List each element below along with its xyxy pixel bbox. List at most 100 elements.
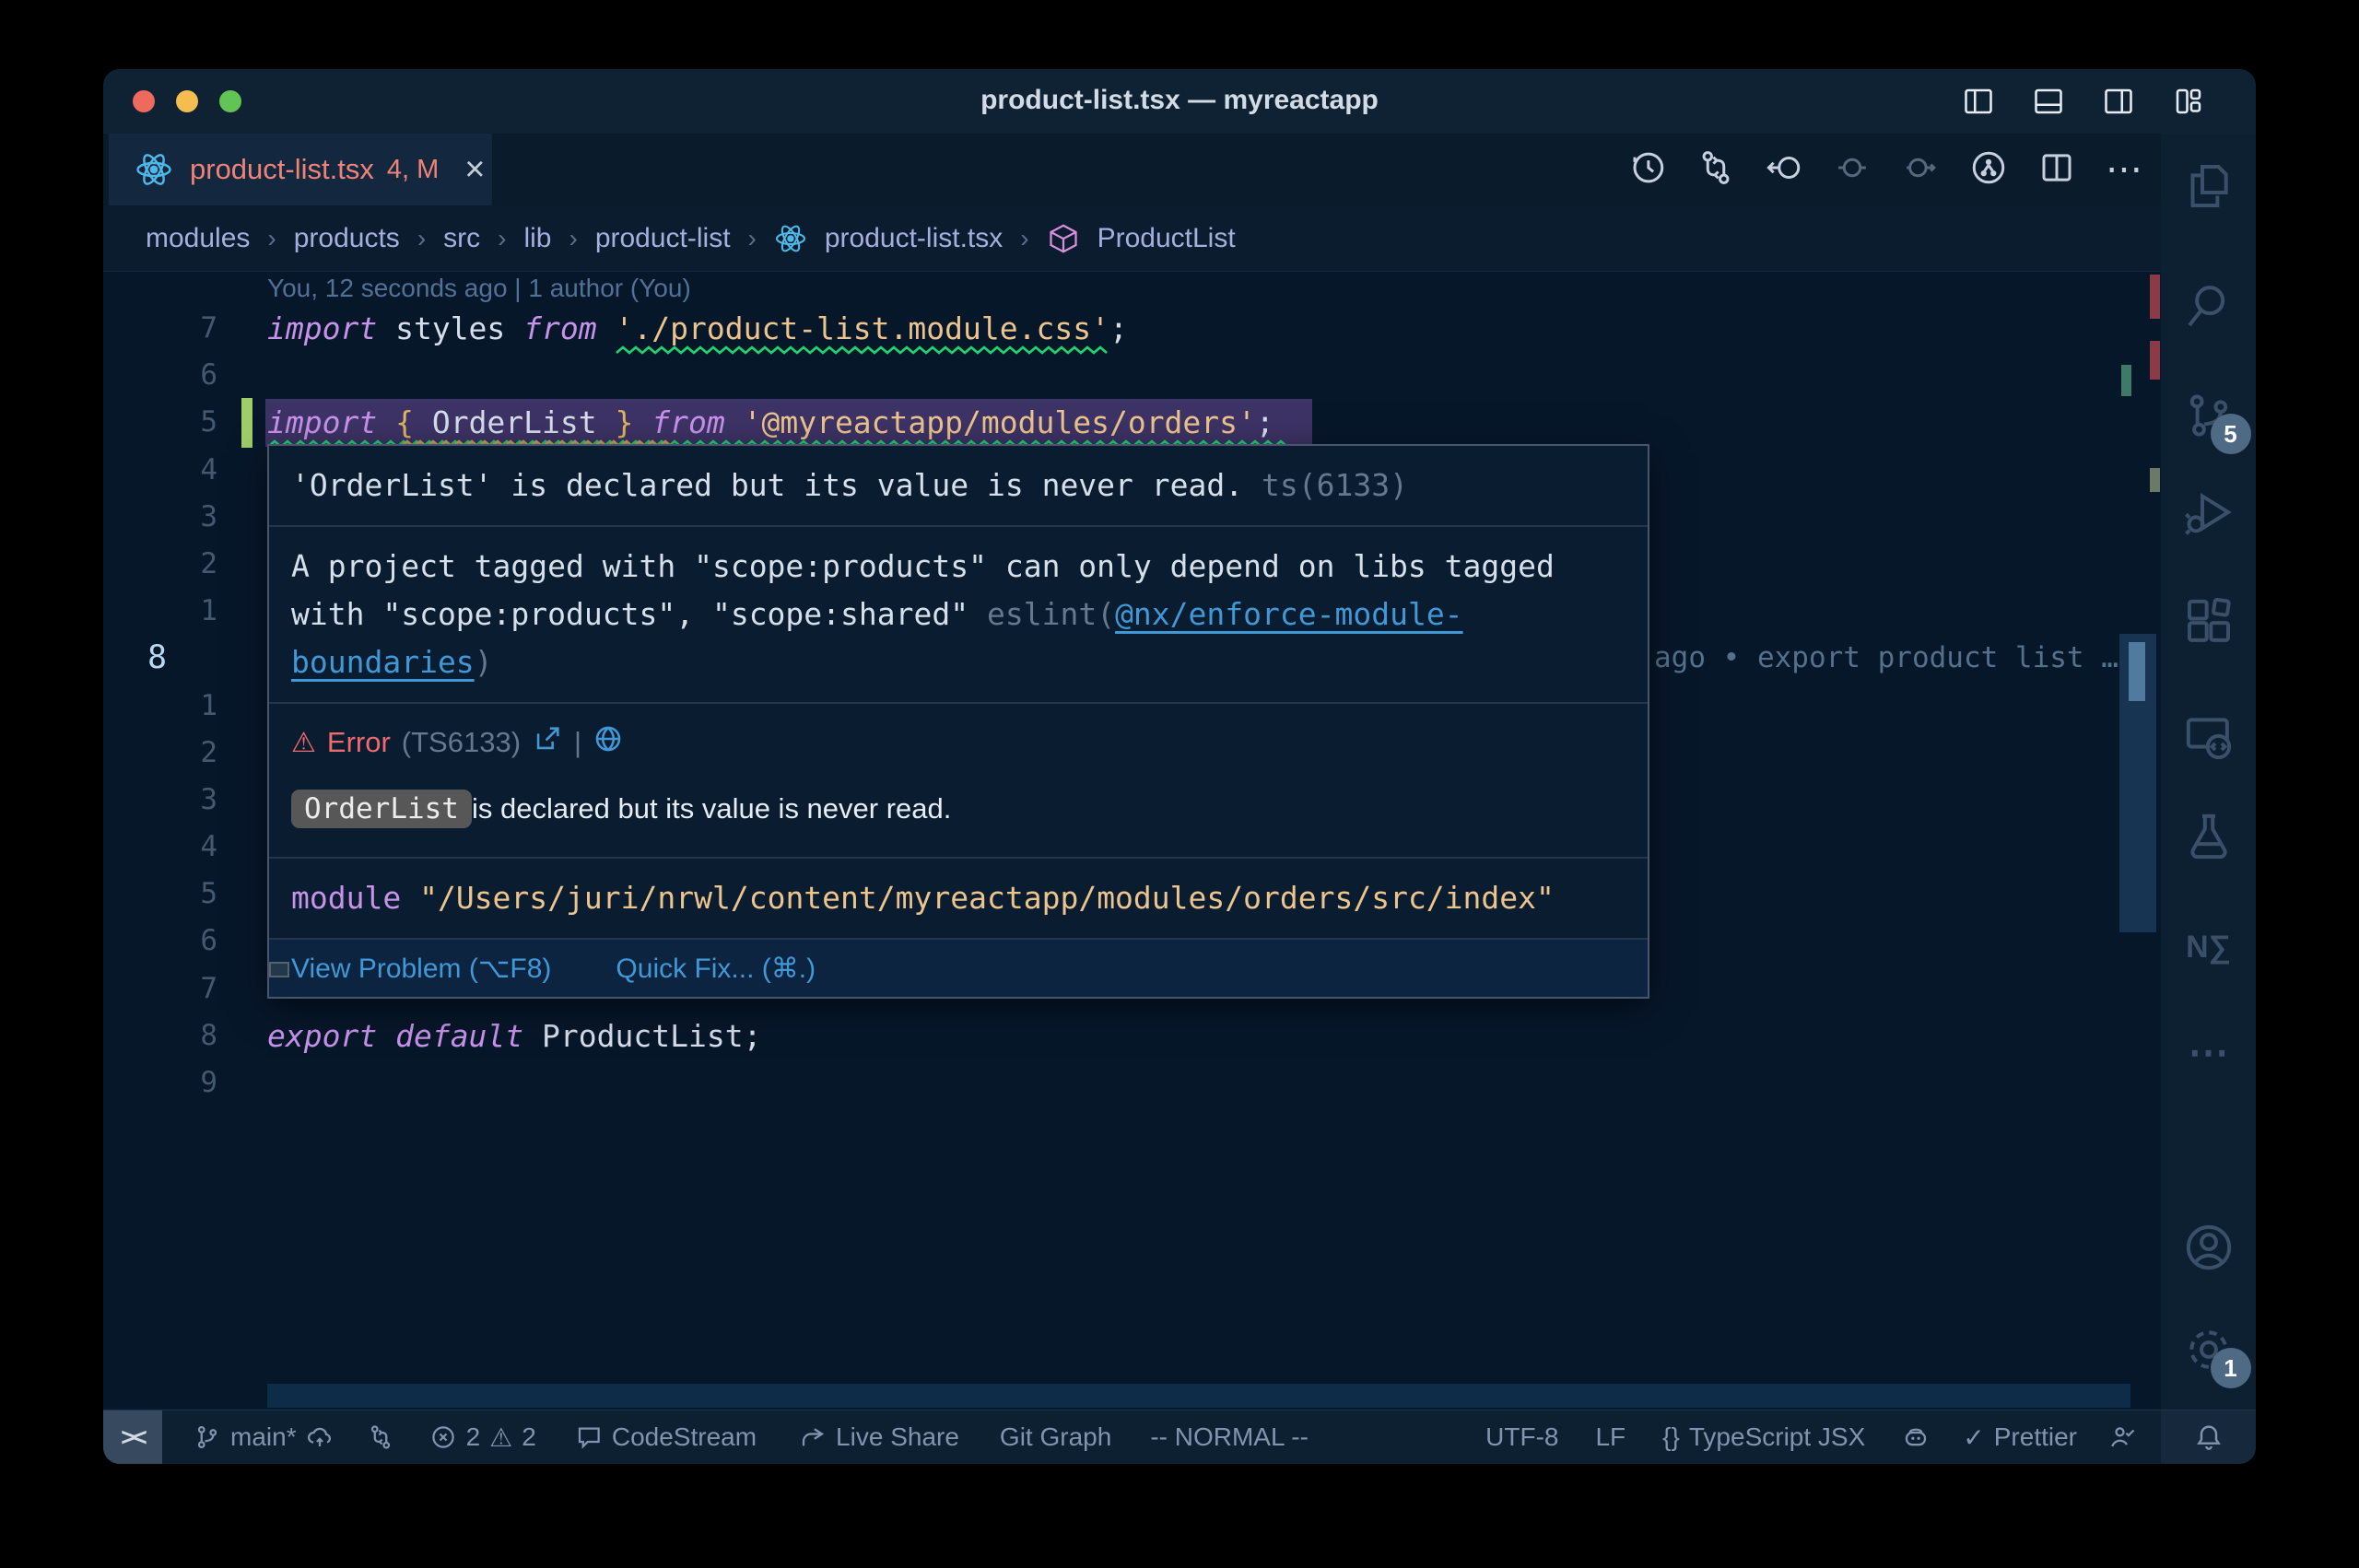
line-number: 5 bbox=[103, 871, 221, 918]
code-line-export-default[interactable]: export default ProductList; bbox=[267, 1012, 761, 1059]
toggle-primary-sidebar-icon[interactable] bbox=[1961, 85, 1996, 123]
line-number: 1 bbox=[103, 683, 221, 730]
line-number: 4 bbox=[103, 824, 221, 871]
prettier-item[interactable]: ✓ Prettier bbox=[1963, 1422, 2077, 1453]
publish-cloud-icon bbox=[306, 1423, 334, 1451]
minimap-added-mark bbox=[2121, 365, 2131, 396]
error-label: Error bbox=[327, 726, 391, 759]
more-actions-icon[interactable]: ⋯ bbox=[2106, 148, 2144, 191]
codestream-item[interactable]: CodeStream bbox=[575, 1422, 757, 1452]
comment-icon bbox=[575, 1423, 603, 1451]
tab-bar: product-list.tsx 4, M × ⋯ bbox=[103, 134, 2161, 205]
line-number: 2 bbox=[103, 541, 221, 588]
live-share-icon bbox=[799, 1423, 827, 1451]
timeline-history-icon[interactable] bbox=[1628, 148, 1667, 192]
ruler-error-mark bbox=[2150, 341, 2160, 380]
activity-bar: 5 N∑ ⋯ 1 bbox=[2161, 134, 2256, 1410]
line-number: 7 bbox=[103, 965, 221, 1012]
split-editor-icon[interactable] bbox=[2037, 148, 2076, 192]
status-bar: >< main* 2 ⚠ 2 CodeStream Live Share Git… bbox=[103, 1410, 2256, 1464]
toggle-secondary-sidebar-icon[interactable] bbox=[2101, 85, 2136, 123]
search-icon[interactable] bbox=[2181, 278, 2236, 333]
braces-icon: {} bbox=[1662, 1422, 1680, 1452]
feedback-item[interactable] bbox=[2108, 1423, 2136, 1451]
globe-icon[interactable] bbox=[593, 723, 624, 762]
remote-explorer-icon[interactable] bbox=[2181, 709, 2236, 765]
compare-changes-icon[interactable] bbox=[1696, 148, 1735, 192]
problems-item[interactable]: 2 ⚠ 2 bbox=[429, 1422, 536, 1453]
breadcrumb-item[interactable]: product-list bbox=[595, 223, 731, 254]
git-branch-icon bbox=[194, 1423, 221, 1451]
previous-change-icon[interactable] bbox=[1833, 148, 1872, 192]
breadcrumb-item[interactable]: src bbox=[443, 223, 480, 254]
notifications-segment[interactable] bbox=[2161, 1410, 2256, 1464]
tab-product-list[interactable]: product-list.tsx 4, M × bbox=[109, 134, 492, 205]
open-changes-back-icon[interactable] bbox=[1765, 148, 1803, 192]
ts-diagnostic-message: 'OrderList' is declared but its value is… bbox=[269, 446, 1648, 527]
language-mode-item[interactable]: {} TypeScript JSX bbox=[1662, 1422, 1865, 1452]
react-icon bbox=[774, 222, 807, 255]
close-tab-icon[interactable]: × bbox=[464, 152, 485, 187]
inline-blame-annotation: ago • export product list … bbox=[1654, 635, 2118, 682]
view-problem-action[interactable]: View Problem (⌥F8) bbox=[291, 953, 551, 985]
popup-resize-handle[interactable] bbox=[269, 962, 289, 977]
quick-fix-action[interactable]: Quick Fix... (⌘.) bbox=[616, 953, 816, 985]
breadcrumb-item[interactable]: products bbox=[294, 223, 400, 254]
customize-layout-icon[interactable] bbox=[2171, 85, 2206, 123]
error-circle-icon bbox=[429, 1423, 457, 1451]
encoding-item[interactable]: UTF-8 bbox=[1485, 1422, 1558, 1452]
line-number: 4 bbox=[103, 447, 221, 494]
settings-gear-icon[interactable]: 1 bbox=[2181, 1322, 2236, 1377]
breadcrumb-item[interactable]: lib bbox=[523, 223, 551, 254]
remote-indicator[interactable]: >< bbox=[103, 1410, 162, 1464]
module-path-line: module "/Users/juri/nrwl/content/myreact… bbox=[269, 859, 1648, 940]
toggle-panel-icon[interactable] bbox=[2031, 85, 2066, 123]
source-control-icon[interactable]: 5 bbox=[2181, 388, 2236, 443]
warning-count: 2 bbox=[522, 1422, 536, 1452]
extensions-icon[interactable] bbox=[2181, 594, 2236, 649]
chevron-right-icon: › bbox=[267, 224, 276, 253]
vim-mode-indicator: -- NORMAL -- bbox=[1150, 1422, 1309, 1452]
eol-item[interactable]: LF bbox=[1595, 1422, 1625, 1452]
breadcrumb-file[interactable]: product-list.tsx bbox=[825, 223, 1003, 254]
minimap-thumb[interactable] bbox=[2129, 642, 2145, 701]
testing-flask-icon[interactable] bbox=[2181, 809, 2236, 864]
ruler-error-mark bbox=[2150, 275, 2160, 319]
explorer-icon[interactable] bbox=[2181, 158, 2236, 214]
warning-squiggle bbox=[616, 345, 1113, 355]
git-added-gutter-bar bbox=[241, 398, 252, 448]
error-count: 2 bbox=[466, 1422, 481, 1452]
git-compare-icon bbox=[367, 1423, 394, 1451]
line-number: 8 bbox=[103, 1012, 221, 1059]
next-change-icon[interactable] bbox=[1901, 148, 1940, 192]
copilot-item[interactable] bbox=[1902, 1423, 1930, 1451]
breadcrumb-symbol[interactable]: ProductList bbox=[1097, 223, 1236, 254]
error-code: (TS6133) bbox=[402, 726, 521, 759]
horizontal-scrollbar[interactable] bbox=[267, 1384, 2130, 1408]
source-control-badge: 5 bbox=[2211, 414, 2251, 454]
symbol-cube-icon bbox=[1047, 222, 1080, 255]
hover-action-bar: View Problem (⌥F8) Quick Fix... (⌘.) bbox=[269, 940, 1648, 997]
git-compare-item[interactable] bbox=[367, 1423, 394, 1451]
line-number: 3 bbox=[103, 494, 221, 541]
run-debug-icon[interactable] bbox=[2181, 485, 2236, 540]
error-triangle-icon: ⚠ bbox=[291, 727, 316, 759]
line-number: 1 bbox=[103, 588, 221, 635]
breadcrumb: modules › products › src › lib › product… bbox=[103, 205, 2161, 272]
diagnostic-hover-popup: 'OrderList' is declared but its value is… bbox=[267, 444, 1649, 999]
nx-console-icon[interactable]: N∑ bbox=[2181, 919, 2236, 975]
additional-views-icon[interactable]: ⋯ bbox=[2181, 1024, 2236, 1080]
account-icon[interactable] bbox=[2181, 1220, 2236, 1275]
open-external-icon[interactable] bbox=[532, 723, 563, 762]
tab-label: product-list.tsx bbox=[190, 153, 374, 186]
git-graph-item[interactable]: Git Graph bbox=[1000, 1422, 1111, 1452]
chevron-right-icon: › bbox=[417, 224, 426, 253]
code-editor[interactable]: You, 12 seconds ago | 1 author (You) 7 6… bbox=[103, 272, 2161, 1410]
git-branch-item[interactable]: main* bbox=[194, 1422, 334, 1452]
line-number: 2 bbox=[103, 730, 221, 777]
breadcrumb-item[interactable]: modules bbox=[146, 223, 250, 254]
symbol-chip: OrderList bbox=[291, 790, 472, 828]
source-control-graph-icon[interactable] bbox=[1969, 148, 2008, 192]
copilot-icon bbox=[1902, 1423, 1930, 1451]
live-share-item[interactable]: Live Share bbox=[799, 1422, 959, 1452]
